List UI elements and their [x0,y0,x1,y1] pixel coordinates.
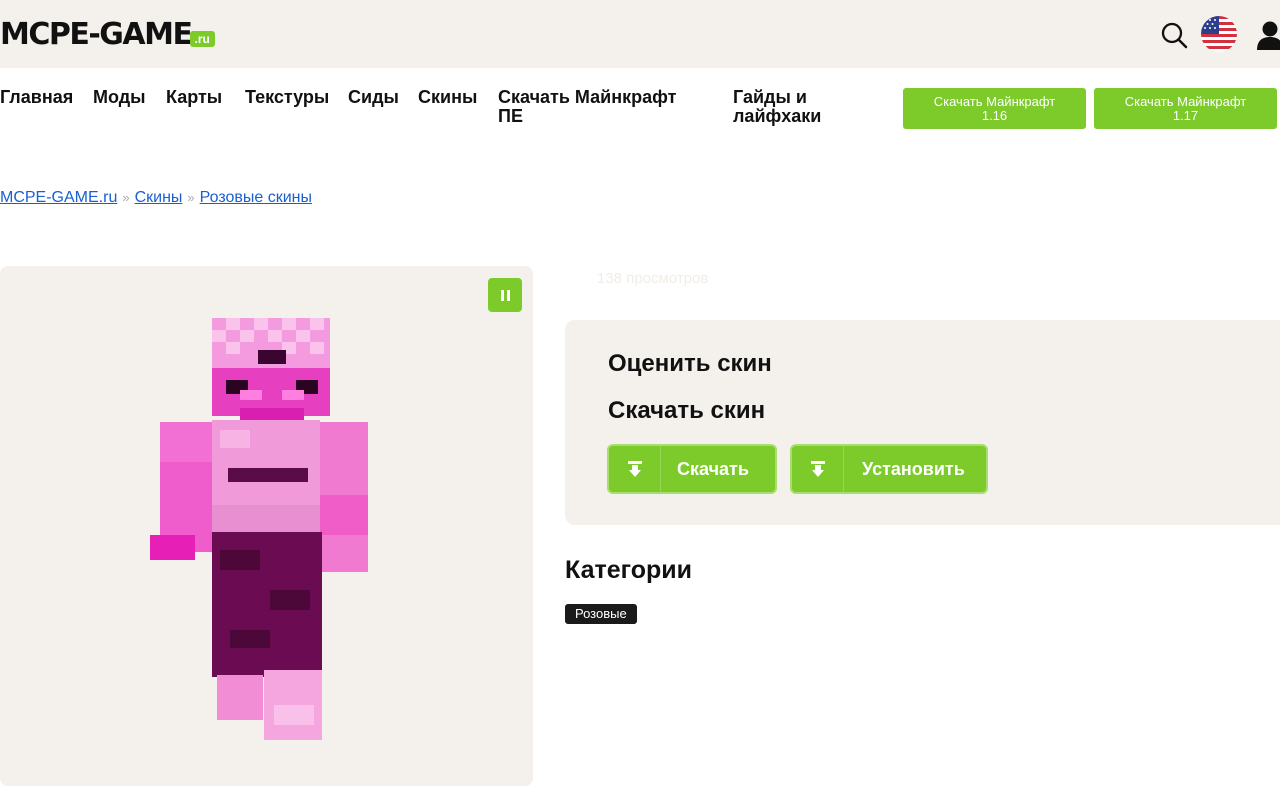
logo-tld: .ru [189,31,215,47]
nav-item-skins[interactable]: Скины [418,88,477,107]
download-minecraft-117-button[interactable]: Скачать Майнкрафт 1.17 [1094,88,1277,129]
breadcrumb-separator: » [187,190,195,205]
download-skin-button[interactable]: Скачать [607,444,777,494]
nav-item-maps[interactable]: Карты [166,88,222,107]
site-logo[interactable]: MCPE-GAME .ru [0,18,215,52]
breadcrumb-skins[interactable]: Скины [135,189,183,206]
download-icon [609,446,661,492]
skin-model-image [150,318,368,740]
skin-actions-card: Оценить скин Скачать скин Скачать Устано… [565,320,1280,525]
category-tag-pink[interactable]: Розовые [565,604,637,624]
download-button-line1: Скачать Майнкрафт [1124,93,1247,109]
us-flag-icon[interactable] [1201,16,1237,52]
install-icon [792,446,844,492]
install-skin-button[interactable]: Установить [790,444,988,494]
nav-item-home[interactable]: Главная [0,88,73,107]
download-button-label: Скачать [677,458,749,479]
categories-heading: Категории [565,556,692,584]
breadcrumb-pink-skins[interactable]: Розовые скины [200,189,312,206]
nav-item-seeds[interactable]: Сиды [348,88,399,107]
download-button-version: 1.16 [981,107,1008,123]
user-icon[interactable] [1256,20,1280,50]
breadcrumb-home[interactable]: MCPE-GAME.ru [0,189,117,206]
pause-icon[interactable] [488,278,522,312]
breadcrumb-separator: » [122,190,130,205]
site-header: MCPE-GAME .ru [0,0,1280,68]
download-minecraft-116-button[interactable]: Скачать Майнкрафт 1.16 [903,88,1086,129]
logo-text: MCPE-GAME [0,17,193,52]
nav-item-download-mcpe[interactable]: Скачать Майнкрафт ПЕ [498,88,703,126]
nav-item-textures[interactable]: Текстуры [245,88,329,107]
install-button-label: Установить [862,458,965,479]
download-skin-heading: Скачать скин [608,397,766,424]
view-count: 138 просмотров [597,270,709,287]
rate-skin-heading: Оценить скин [608,350,772,377]
search-icon[interactable] [1160,21,1188,49]
breadcrumb: MCPE-GAME.ru » Скины » Розовые скины [0,189,312,207]
nav-item-mods[interactable]: Моды [93,88,146,107]
nav-item-guides[interactable]: Гайды и лайфхаки [733,88,843,126]
download-button-version: 1.17 [1172,107,1199,123]
download-button-line1: Скачать Майнкрафт [933,93,1056,109]
